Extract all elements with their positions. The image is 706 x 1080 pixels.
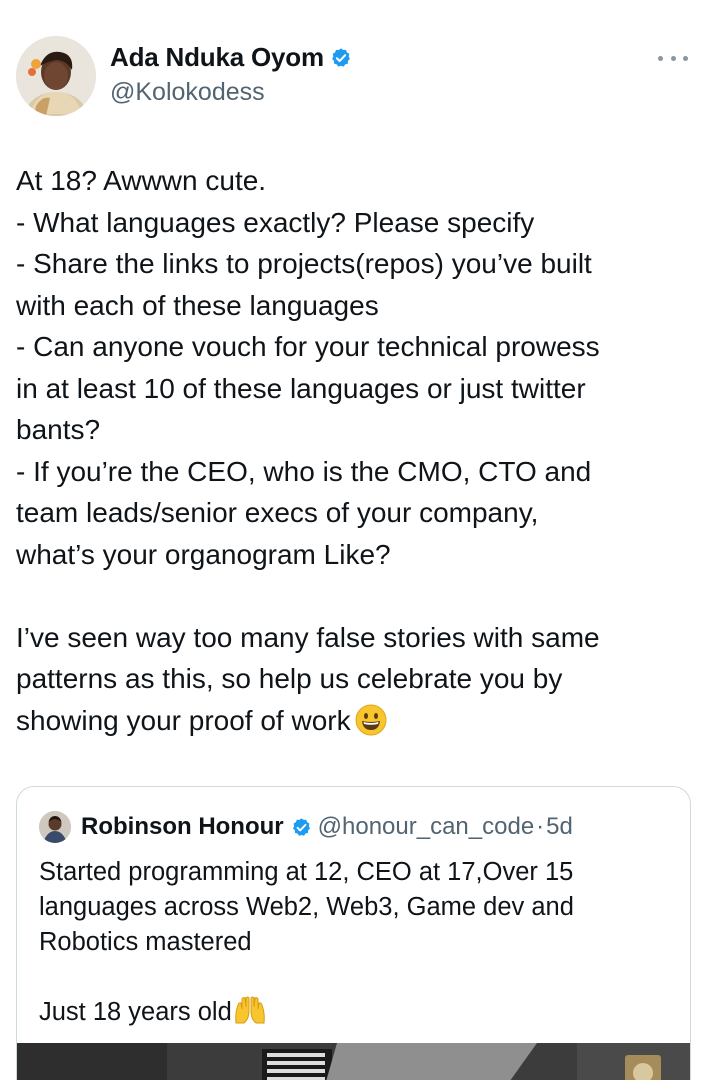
tweet-line: bants? (16, 414, 101, 445)
tweet-line: - Share the links to projects(repos) you… (16, 248, 592, 279)
author-handle[interactable]: @Kolokodess (110, 78, 265, 107)
quoted-tweet-text: Started programming at 12, CEO at 17,Ove… (39, 855, 679, 1030)
tweet-line: what’s your organogram Like? (16, 538, 391, 570)
separator-dot: · (536, 813, 545, 840)
tweet-line: patterns as this, so help us celebrate y… (16, 663, 563, 694)
tweet-page: Ada Nduka Oyom @Kolokodess At 18? Awwwn … (0, 0, 706, 1080)
quoted-line: Robotics mastered (39, 928, 252, 956)
tweet-line: - Can anyone vouch for your technical pr… (16, 331, 600, 362)
quoted-tweet-header: Robinson Honour @honour_can_code · 5d (39, 811, 573, 843)
tweet-line: in at least 10 of these languages or jus… (16, 372, 586, 404)
author-display-name[interactable]: Ada Nduka Oyom (110, 42, 324, 73)
tweet-line: with each of these languages (16, 289, 379, 321)
tweet-line: showing your proof of work (16, 704, 351, 736)
quoted-line: Started programming at 12, CEO at 17,Ove… (39, 858, 574, 886)
quoted-author-handle[interactable]: @honour_can_code (318, 813, 535, 841)
grinning-face-emoji (355, 704, 387, 735)
quoted-line: Just 18 years old (39, 998, 232, 1026)
tweet-text: At 18? Awwwn cute. - What languages exac… (16, 160, 696, 741)
author-name-row: Ada Nduka Oyom (110, 42, 352, 73)
verified-badge-icon (332, 47, 350, 67)
tweet-line: - If you’re the CEO, who is the CMO, CTO… (16, 455, 592, 487)
author-avatar[interactable] (16, 36, 96, 116)
tweet-line-last: showing your proof of work (16, 700, 696, 742)
tweet-line: team leads/senior execs of your company, (16, 497, 539, 528)
more-options-button[interactable] (658, 48, 688, 68)
raising-hands-emoji (235, 996, 265, 1024)
quoted-tweet-card[interactable]: Robinson Honour @honour_can_code · 5d St… (16, 786, 691, 1080)
verified-badge-icon (292, 817, 310, 836)
tweet-line: I’ve seen way too many false stories wit… (16, 621, 600, 653)
quoted-author-name[interactable]: Robinson Honour (81, 813, 284, 841)
more-horizontal-icon (658, 55, 663, 61)
tweet-line: At 18? Awwwn cute. (16, 165, 267, 196)
quoted-author-avatar[interactable] (39, 811, 71, 843)
quoted-tweet-media[interactable] (17, 1043, 690, 1080)
quoted-line-last: Just 18 years old (39, 995, 679, 1030)
tweet-line: - What languages exactly? Please specify (16, 206, 535, 238)
quoted-tweet-time[interactable]: 5d (546, 813, 573, 841)
quoted-line: languages across Web2, Web3, Game dev an… (39, 893, 574, 921)
